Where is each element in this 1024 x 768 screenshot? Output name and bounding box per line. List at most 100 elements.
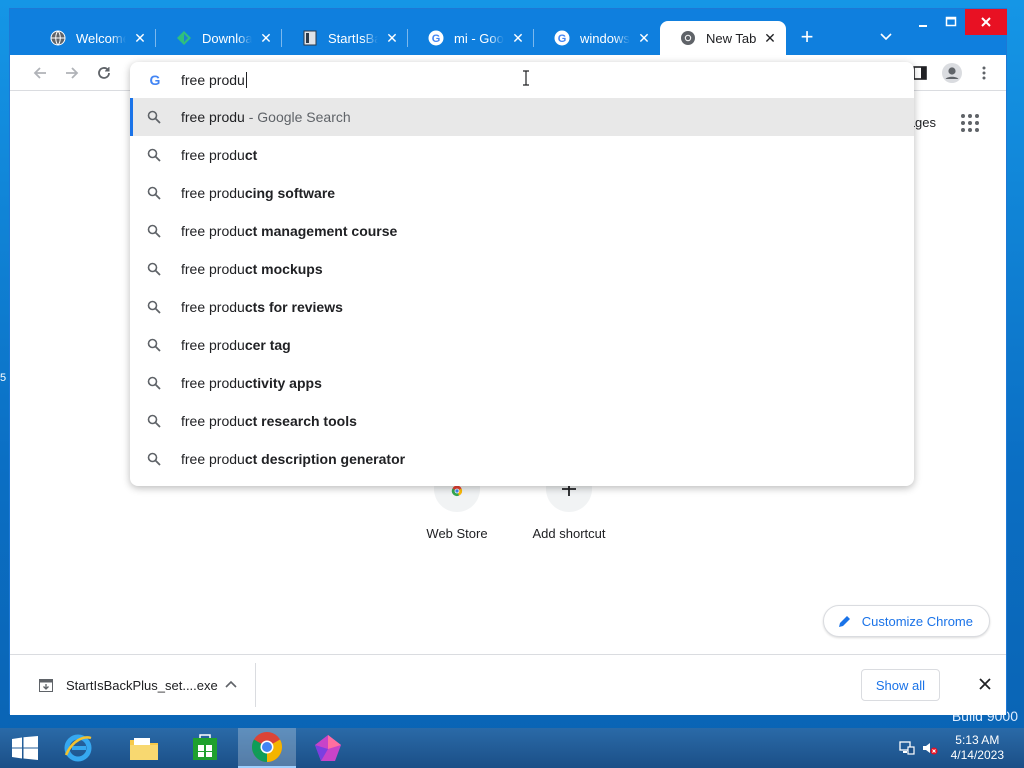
download-site-icon xyxy=(176,30,192,46)
chrome-icon xyxy=(251,732,283,762)
search-icon xyxy=(147,338,161,352)
show-all-button[interactable]: Show all xyxy=(860,669,940,701)
omnibox-suggestion[interactable]: free productivity apps xyxy=(130,364,914,402)
taskbar-internet-explorer[interactable] xyxy=(50,728,106,768)
taskbar-clock[interactable]: 5:13 AM 4/14/2023 xyxy=(951,733,1004,763)
taskbar-chrome[interactable] xyxy=(238,728,296,768)
suggestion-text: free produ - Google Search xyxy=(181,109,351,125)
search-icon xyxy=(147,414,161,428)
suggestion-prefix: free produ xyxy=(181,223,245,239)
suggestion-text: free product description generator xyxy=(181,451,405,467)
omnibox-suggestion[interactable]: free product description generator xyxy=(130,440,914,478)
address-bar-text[interactable]: free produ xyxy=(181,72,247,88)
download-filename: StartIsBackPlus_set....exe xyxy=(66,677,218,693)
profile-button[interactable] xyxy=(940,61,964,85)
forward-button[interactable] xyxy=(60,61,84,85)
shelf-divider xyxy=(255,663,256,707)
menu-button[interactable] xyxy=(972,61,996,85)
window-close-button[interactable] xyxy=(965,9,1007,35)
omnibox-suggestion[interactable]: free product research tools xyxy=(130,402,914,440)
suggestion-completion: cer tag xyxy=(244,337,291,353)
shelf-close-button[interactable] xyxy=(976,675,994,693)
close-icon[interactable]: ✕ xyxy=(258,30,274,46)
search-icon xyxy=(147,452,161,466)
download-item[interactable]: StartIsBackPlus_set....exe xyxy=(38,673,218,697)
omnibox-suggestion[interactable]: free products for reviews xyxy=(130,288,914,326)
suggestion-completion: ct management course xyxy=(244,223,398,239)
download-options-button[interactable] xyxy=(222,675,240,693)
customize-label: Customize Chrome xyxy=(861,613,973,629)
suggestion-completion: ct research tools xyxy=(244,413,357,429)
tab-startisback[interactable]: StartIsBack ✕ xyxy=(282,21,408,55)
suggestion-prefix: free produ xyxy=(181,413,245,429)
reload-button[interactable] xyxy=(92,61,116,85)
suggestion-completion: ct description generator xyxy=(244,451,406,467)
tab-welcome[interactable]: Welcome to ✕ xyxy=(30,21,156,55)
minimize-button[interactable] xyxy=(908,11,938,33)
kebab-menu-icon xyxy=(982,66,986,80)
search-icon xyxy=(147,110,161,124)
maximize-button[interactable] xyxy=(936,11,966,33)
omnibox-suggestion[interactable]: free producing software xyxy=(130,174,914,212)
google-icon: G xyxy=(554,30,570,46)
volume-muted-tray-icon[interactable] xyxy=(920,728,940,768)
tab-windows-10[interactable]: G windows 10 ✕ xyxy=(534,21,660,55)
suggestion-text: free productivity apps xyxy=(181,375,322,391)
omnibox-suggestion[interactable]: free product xyxy=(130,136,914,174)
tab-mi-google[interactable]: G mi - Google ✕ xyxy=(408,21,534,55)
suggestion-prefix: free produ xyxy=(181,261,245,277)
taskbar-store[interactable] xyxy=(177,728,233,768)
omnibox-suggestion[interactable]: free product management course xyxy=(130,212,914,250)
maximize-icon xyxy=(945,16,957,27)
suggestion-text: free product research tools xyxy=(181,413,357,429)
new-tab-button[interactable]: + xyxy=(795,26,819,50)
ibeam-cursor-icon xyxy=(523,70,529,86)
search-icon xyxy=(147,186,161,200)
svg-text:G: G xyxy=(150,72,161,88)
network-tray-icon[interactable] xyxy=(896,728,918,768)
taskbar-file-explorer[interactable] xyxy=(116,728,172,768)
text-caret xyxy=(245,72,247,88)
minimize-icon xyxy=(919,25,927,27)
tab-label: windows 10 xyxy=(580,30,630,46)
suggestion-text: free products for reviews xyxy=(181,299,343,315)
search-icon xyxy=(147,224,161,238)
customize-chrome-button[interactable]: Customize Chrome xyxy=(822,605,990,637)
close-icon[interactable]: ✕ xyxy=(384,30,400,46)
taskbar-app-purple[interactable] xyxy=(300,728,356,768)
tab-download[interactable]: Download 1 ✕ xyxy=(156,21,282,55)
omnibox-suggestion[interactable]: free product mockups xyxy=(130,250,914,288)
tab-search-button[interactable] xyxy=(876,27,896,47)
close-icon xyxy=(979,678,991,690)
back-button[interactable] xyxy=(28,61,52,85)
suggestion-text: free product mockups xyxy=(181,261,323,277)
start-button[interactable] xyxy=(0,728,50,768)
store-icon xyxy=(193,734,217,760)
close-icon[interactable]: ✕ xyxy=(510,30,526,46)
avatar-icon xyxy=(942,63,962,83)
shortcut-label: Add shortcut xyxy=(532,526,606,541)
tab-label: Download 1 xyxy=(202,30,252,46)
desktop-side-text: 5 xyxy=(0,372,7,384)
suggestion-text: free producing software xyxy=(181,185,335,201)
chevron-down-icon xyxy=(880,33,892,41)
search-icon xyxy=(147,262,161,276)
address-bar[interactable]: G free produ xyxy=(130,62,914,98)
close-icon[interactable]: ✕ xyxy=(636,30,652,46)
google-icon: G xyxy=(428,30,444,46)
suggestion-prefix: free produ xyxy=(181,147,245,163)
close-icon[interactable]: ✕ xyxy=(132,30,148,46)
internet-explorer-icon xyxy=(64,734,92,762)
tab-label: New Tab xyxy=(706,30,756,46)
tab-new-tab[interactable]: New Tab ✕ xyxy=(660,21,786,55)
suggestion-prefix: free produ xyxy=(181,337,245,353)
omnibox-suggestion[interactable]: free produ - Google Search xyxy=(130,98,914,136)
chrome-window: Welcome to ✕ Download 1 ✕ StartIsBack ✕ … xyxy=(9,8,1007,715)
arrow-right-icon xyxy=(66,67,79,79)
svg-text:G: G xyxy=(558,33,567,45)
clock-date: 4/14/2023 xyxy=(950,748,1004,762)
chrome-icon xyxy=(680,30,696,46)
close-icon[interactable]: ✕ xyxy=(762,30,778,46)
omnibox-suggestion[interactable]: free producer tag xyxy=(130,326,914,364)
apps-grid-icon[interactable] xyxy=(960,113,980,133)
